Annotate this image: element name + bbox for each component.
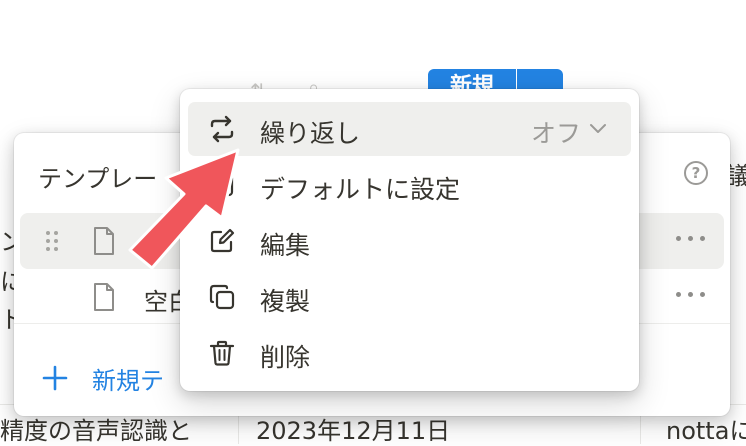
menu-item-delete[interactable]: 削除 [188, 326, 631, 380]
help-icon[interactable]: ? [684, 161, 708, 185]
drag-handle-icon[interactable] [46, 231, 60, 253]
table-cell-date[interactable]: 2023年12月11日 [256, 411, 450, 446]
menu-item-label: 繰り返し [260, 119, 361, 148]
annotation-arrow-icon [128, 148, 240, 270]
chevron-down-icon [590, 124, 606, 133]
trash-icon [209, 340, 235, 366]
menu-item-label: 削除 [260, 343, 311, 372]
page-icon [94, 283, 114, 311]
plus-icon[interactable] [42, 365, 68, 391]
new-template-button[interactable]: 新規テ [92, 361, 164, 396]
menu-item-label: デフォルトに設定 [260, 175, 461, 204]
page-icon [94, 227, 114, 255]
duplicate-icon [209, 284, 235, 310]
more-options-icon[interactable] [676, 287, 710, 301]
repeat-value: オフ [530, 119, 581, 148]
table-cell-text[interactable]: 精度の音声認識と [0, 411, 192, 446]
table-cell-right[interactable]: nottaに [666, 411, 746, 446]
more-options-icon[interactable] [676, 231, 710, 245]
menu-item-label: 複製 [260, 287, 311, 316]
menu-item-label: 編集 [260, 231, 311, 260]
